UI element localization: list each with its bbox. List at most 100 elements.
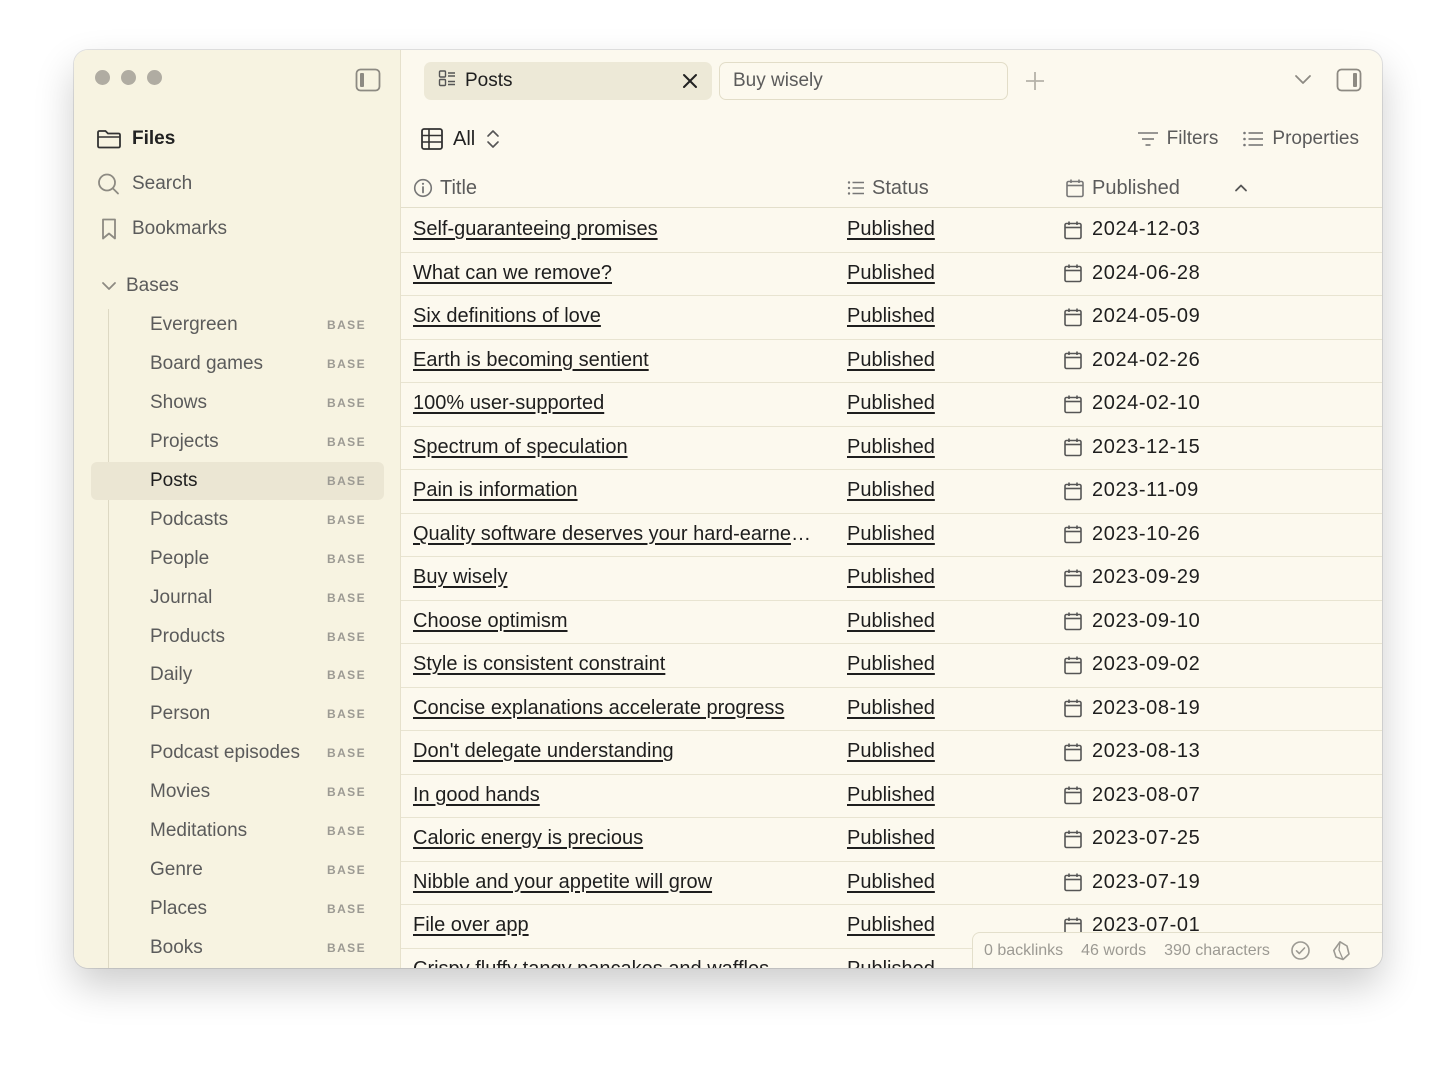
left-sidebar-toggle-icon[interactable] (355, 68, 381, 97)
published-date-cell[interactable]: 2024-12-03 (1063, 218, 1200, 241)
status-link[interactable]: Published (847, 262, 935, 285)
status-link[interactable]: Published (847, 479, 935, 502)
published-date-value: 2023-11-09 (1092, 479, 1199, 501)
published-date-cell[interactable]: 2023-07-19 (1063, 871, 1200, 894)
sidebar-item-base[interactable]: Podcast episodes BASE (91, 734, 384, 773)
status-link[interactable]: Published (847, 740, 935, 763)
sidebar-item-base[interactable]: People BASE (91, 539, 384, 578)
column-header-status[interactable]: Status (847, 174, 929, 202)
status-link[interactable]: Published (847, 914, 935, 937)
view-selector[interactable]: All (420, 125, 502, 153)
sidebar-item-base[interactable]: Daily BASE (91, 656, 384, 695)
sort-ascending-icon[interactable] (1233, 180, 1249, 201)
published-date-cell[interactable]: 2024-02-26 (1063, 349, 1200, 372)
right-sidebar-toggle-icon[interactable] (1336, 68, 1362, 97)
status-link[interactable]: Published (847, 827, 935, 850)
post-title-link[interactable]: Concise explanations accelerate progress (413, 697, 818, 720)
post-title-link[interactable]: Spectrum of speculation (413, 436, 818, 459)
published-date-cell[interactable]: 2023-08-13 (1063, 740, 1200, 763)
sidebar-item-base[interactable]: Journal BASE (91, 578, 384, 617)
status-link[interactable]: Published (847, 610, 935, 633)
post-title-link[interactable]: In good hands (413, 784, 818, 807)
nav-files[interactable]: Files (96, 124, 175, 154)
sidebar-item-base[interactable]: Board games BASE (91, 345, 384, 384)
post-title-link[interactable]: What can we remove? (413, 262, 818, 285)
post-title-link[interactable]: Caloric energy is precious (413, 827, 818, 850)
post-title-link[interactable]: Nibble and your appetite will grow (413, 871, 818, 894)
post-title-link[interactable]: Crispy fluffy tangy pancakes and waffles (413, 958, 818, 969)
published-date-cell[interactable]: 2023-12-15 (1063, 436, 1200, 459)
nav-bookmarks[interactable]: Bookmarks (96, 214, 227, 244)
sidebar-item-base[interactable]: Places BASE (91, 889, 384, 928)
bases-folder[interactable]: Bases (100, 272, 179, 300)
status-link[interactable]: Published (847, 697, 935, 720)
tab-posts[interactable]: Posts (424, 62, 712, 100)
published-date-cell[interactable]: 2023-09-02 (1063, 653, 1200, 676)
post-title-link[interactable]: Style is consistent constraint (413, 653, 818, 676)
post-title-link[interactable]: Choose optimism (413, 610, 818, 633)
maximize-window-button[interactable] (147, 70, 162, 85)
base-table-icon (438, 69, 456, 93)
column-header-published[interactable]: Published (1065, 174, 1180, 202)
post-title-link[interactable]: Quality software deserves your hard-earn… (413, 523, 818, 546)
post-title-link[interactable]: Pain is information (413, 479, 818, 502)
calendar-icon (1063, 655, 1083, 675)
close-tab-icon[interactable] (680, 71, 700, 97)
nav-search[interactable]: Search (96, 169, 192, 199)
filters-button[interactable]: Filters (1137, 128, 1218, 150)
status-link[interactable]: Published (847, 436, 935, 459)
sync-check-icon[interactable] (1290, 940, 1311, 961)
published-date-cell[interactable]: 2023-11-09 (1063, 479, 1199, 502)
sidebar-item-base[interactable]: Movies BASE (91, 773, 384, 812)
sidebar-item-base[interactable]: Posts BASE (91, 461, 384, 501)
sidebar-item-base[interactable]: Books BASE (91, 928, 384, 967)
sidebar-item-base[interactable]: Shows BASE (91, 384, 384, 423)
sidebar-item-base[interactable]: Person BASE (91, 695, 384, 734)
table-toolbar: Filters Properties (1137, 125, 1359, 153)
post-title-link[interactable]: Buy wisely (413, 566, 818, 589)
new-tab-icon[interactable] (1023, 69, 1047, 98)
published-date-cell[interactable]: 2023-09-29 (1063, 566, 1200, 589)
sidebar-item-base[interactable]: Meditations BASE (91, 812, 384, 851)
status-link[interactable]: Published (847, 784, 935, 807)
status-link[interactable]: Published (847, 305, 935, 328)
post-title-link[interactable]: Don't delegate understanding (413, 740, 818, 763)
sidebar-item-base[interactable]: Projects BASE (91, 423, 384, 462)
column-header-title[interactable]: Title (413, 174, 477, 202)
post-title-link[interactable]: 100% user-supported (413, 392, 818, 415)
sidebar-item-base[interactable]: Podcasts BASE (91, 500, 384, 539)
tab-list-chevron-icon[interactable] (1294, 70, 1312, 93)
obsidian-logo-icon[interactable] (1331, 940, 1352, 961)
table-row: Concise explanations accelerate progress… (401, 688, 1382, 731)
sidebar-item-base[interactable]: Evergreen BASE (91, 306, 384, 345)
minimize-window-button[interactable] (121, 70, 136, 85)
sidebar-item-base[interactable]: Genre BASE (91, 850, 384, 889)
status-link[interactable]: Published (847, 392, 935, 415)
tab-buy-wisely-label: Buy wisely (733, 70, 823, 91)
backlinks-count[interactable]: 0 backlinks (984, 942, 1063, 960)
published-date-cell[interactable]: 2024-02-10 (1063, 392, 1200, 415)
properties-button[interactable]: Properties (1242, 128, 1359, 150)
published-date-cell[interactable]: 2024-05-09 (1063, 305, 1200, 328)
status-link[interactable]: Published (847, 566, 935, 589)
sidebar-item-base[interactable]: Products BASE (91, 617, 384, 656)
status-link[interactable]: Published (847, 349, 935, 372)
status-link[interactable]: Published (847, 871, 935, 894)
status-link[interactable]: Published (847, 958, 935, 969)
published-date-cell[interactable]: 2023-07-25 (1063, 827, 1200, 850)
sidebar-item-label: Journal (150, 586, 213, 608)
tab-buy-wisely[interactable]: Buy wisely (719, 62, 1008, 100)
published-date-cell[interactable]: 2023-10-26 (1063, 523, 1200, 546)
post-title-link[interactable]: Six definitions of love (413, 305, 818, 328)
status-link[interactable]: Published (847, 653, 935, 676)
published-date-cell[interactable]: 2024-06-28 (1063, 262, 1200, 285)
published-date-cell[interactable]: 2023-09-10 (1063, 610, 1200, 633)
published-date-cell[interactable]: 2023-08-07 (1063, 784, 1200, 807)
post-title-link[interactable]: File over app (413, 914, 818, 937)
published-date-cell[interactable]: 2023-08-19 (1063, 697, 1200, 720)
post-title-link[interactable]: Self-guaranteeing promises (413, 218, 818, 241)
status-link[interactable]: Published (847, 218, 935, 241)
status-link[interactable]: Published (847, 523, 935, 546)
post-title-link[interactable]: Earth is becoming sentient (413, 349, 818, 372)
close-window-button[interactable] (95, 70, 110, 85)
